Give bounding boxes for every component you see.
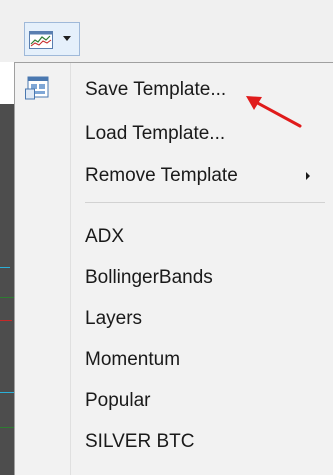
menu-item-label: Save Template... (85, 79, 227, 100)
menu-item-template-momentum[interactable]: Momentum (16, 339, 332, 379)
template-button[interactable] (24, 22, 80, 56)
menu-item-label: Load Template... (85, 123, 226, 144)
menu-item-template-silver-btc[interactable]: SILVER BTC (16, 421, 332, 461)
menu-separator (85, 202, 325, 203)
menu-item-label: Popular (85, 390, 151, 411)
toolbar (0, 0, 333, 62)
chevron-down-icon[interactable] (63, 36, 71, 41)
menu-item-template-bollingerbands[interactable]: BollingerBands (16, 257, 332, 297)
menu-item-label: Remove Template (85, 165, 238, 186)
menu-item-template-layers[interactable]: Layers (16, 298, 332, 338)
menu-item-label: SILVER BTC (85, 431, 195, 452)
menu-item-label: Layers (85, 308, 143, 329)
menu-item-template-adx[interactable]: ADX (16, 216, 332, 256)
menu-item-label: Momentum (85, 349, 181, 370)
chart-template-icon (29, 31, 53, 49)
menu-item-remove-template[interactable]: Remove Template (16, 155, 332, 195)
menu-item-label: ADX (85, 226, 125, 247)
red-arrow-icon (246, 96, 302, 128)
menu-item-template-popular[interactable]: Popular (16, 380, 332, 420)
menu-item-label: BollingerBands (85, 267, 213, 288)
chevron-right-icon (306, 172, 310, 180)
